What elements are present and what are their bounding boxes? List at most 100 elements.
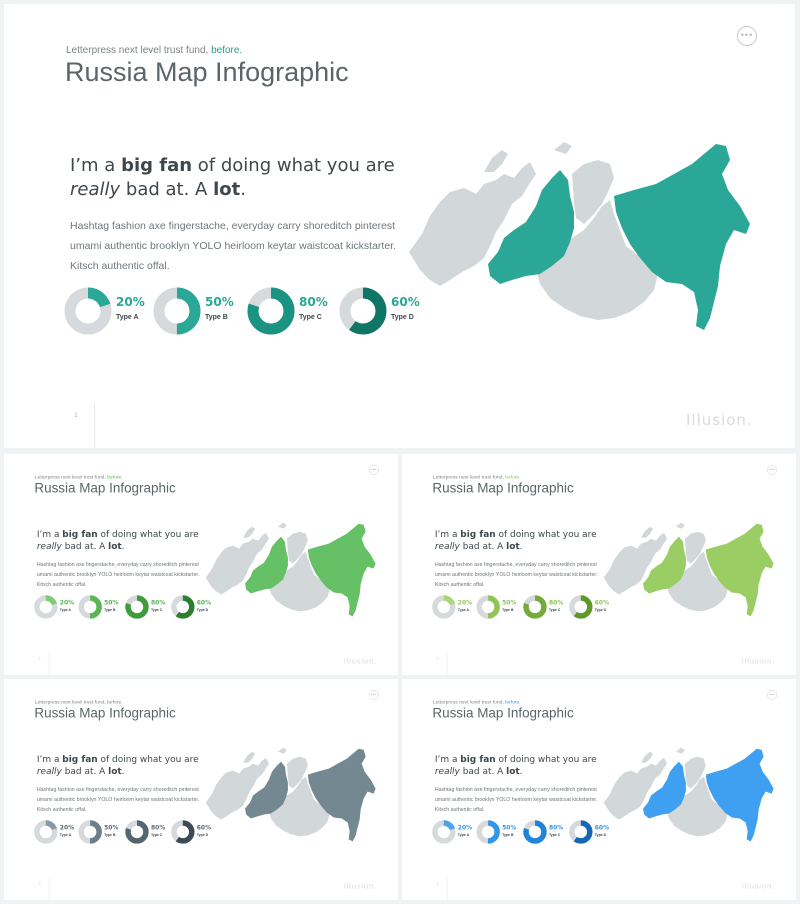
map-island-north-2 — [675, 522, 685, 529]
stat-type-label: Type A — [116, 314, 139, 321]
stat-type-label: Type C — [150, 833, 163, 837]
stat-type-d: 60% Type D — [171, 820, 221, 847]
donut-chart — [432, 820, 456, 844]
headline-bold2: lot — [108, 766, 122, 777]
headline-prefix: I’m a — [36, 754, 60, 765]
stat-type-a: 20% Type A — [432, 820, 482, 847]
stat-percent: 60% — [196, 598, 212, 606]
subtitle-text: Letterpress next level trust fund, — [34, 474, 106, 480]
slide-title: Russia Map Infographic — [432, 705, 574, 721]
stat-percent: 80% — [150, 823, 166, 831]
headline-bold2: lot — [506, 541, 520, 552]
stat-type-label: Type B — [502, 833, 514, 837]
page-number: 1 — [74, 412, 78, 419]
headline-end: . — [240, 179, 246, 200]
slide-inner: Letterpress next level trust fund, befor… — [4, 454, 398, 675]
stat-percent: 80% — [548, 823, 564, 831]
donut-chart — [78, 820, 102, 844]
stat-type-label: Type A — [59, 608, 72, 612]
stat-type-b: 50% Type B — [476, 595, 526, 622]
subtitle-accent: before. — [505, 699, 521, 705]
slide-inner: Letterpress next level trust fund, befor… — [402, 679, 796, 900]
headline-mid: of doing what you are — [100, 754, 199, 765]
stat-percent: 60% — [594, 823, 610, 831]
stat-type-label: Type C — [548, 833, 561, 837]
map-island-north-2 — [277, 747, 287, 754]
map-island-north — [484, 150, 508, 172]
headline-prefix: I’m a — [36, 529, 60, 540]
headline: I’m a big fan of doing what you are real… — [435, 754, 599, 778]
slide-thumbnail-slate[interactable]: Letterpress next level trust fund, befor… — [4, 679, 398, 900]
map-island-north — [243, 751, 256, 763]
headline-mid2: bad at. A — [64, 766, 106, 777]
headline-bold2: lot — [506, 766, 520, 777]
page-number: 1 — [436, 882, 439, 886]
slide-thumbnail-lime[interactable]: Letterpress next level trust fund, befor… — [402, 454, 796, 675]
stat-type-label: Type C — [150, 608, 163, 612]
headline-italic: really — [36, 766, 62, 777]
donut-chart — [34, 595, 58, 619]
slide-thumbnail-green[interactable]: Letterpress next level trust fund, befor… — [4, 454, 398, 675]
stat-type-label: Type B — [104, 608, 116, 612]
more-options-icon[interactable]: ••• — [737, 26, 757, 46]
stat-type-c: 80% Type C — [125, 820, 175, 847]
stat-type-label: Type B — [502, 608, 514, 612]
page-number: 1 — [38, 657, 41, 661]
stat-type-label: Type C — [548, 608, 561, 612]
slide-inner: Letterpress next level trust fund, befor… — [4, 4, 795, 448]
map-island-north — [243, 526, 256, 538]
footer-divider — [94, 404, 95, 448]
donut-chart — [523, 820, 547, 844]
headline-bold2: lot — [213, 179, 241, 200]
stat-type-c: 80% Type C — [523, 595, 573, 622]
brand-logo: Illusion. — [343, 881, 377, 891]
stat-type-label: Type C — [299, 314, 322, 321]
stat-type-d: 60% Type D — [569, 820, 619, 847]
stat-percent: 50% — [104, 823, 119, 831]
slide-inner: Letterpress next level trust fund, befor… — [402, 454, 796, 675]
slide-subtitle: Letterpress next level trust fund, befor… — [35, 699, 123, 704]
more-options-icon[interactable]: ••• — [767, 464, 778, 475]
stat-percent: 80% — [299, 295, 328, 309]
subtitle-accent: before. — [211, 45, 243, 56]
headline-mid: of doing what you are — [498, 754, 597, 765]
slide-subtitle: Letterpress next level trust fund, befor… — [433, 474, 521, 479]
stat-type-a: 20% Type A — [64, 287, 164, 342]
headline-bold: big fan — [121, 155, 193, 176]
stat-type-label: Type D — [594, 608, 607, 612]
stat-type-c: 80% Type C — [125, 595, 175, 622]
slide-title: Russia Map Infographic — [34, 480, 176, 496]
donut-chart — [569, 595, 593, 619]
headline-end: . — [519, 766, 523, 777]
stat-percent: 60% — [391, 295, 420, 309]
stat-type-c: 80% Type C — [247, 287, 347, 342]
russia-map — [205, 747, 376, 842]
subtitle-text: Letterpress next level trust fund, — [432, 699, 504, 705]
subtitle-text: Letterpress next level trust fund, — [66, 45, 209, 56]
russia-map — [409, 142, 750, 330]
headline-prefix: I’m a — [70, 155, 116, 176]
headline-italic: really — [434, 541, 460, 552]
stat-type-label: Type B — [104, 833, 116, 837]
stat-type-label: Type D — [196, 608, 209, 612]
headline-bold: big fan — [62, 529, 98, 540]
stat-percent: 50% — [502, 823, 517, 831]
headline-italic: really — [70, 179, 121, 200]
more-options-icon[interactable]: ••• — [369, 464, 380, 475]
more-options-icon[interactable]: ••• — [369, 689, 380, 700]
donut-chart — [247, 287, 295, 335]
stat-type-b: 50% Type B — [153, 287, 253, 342]
slide-preview-large[interactable]: Letterpress next level trust fund, befor… — [4, 4, 795, 448]
headline-mid2: bad at. A — [462, 541, 504, 552]
subtitle-text: Letterpress next level trust fund, — [34, 699, 106, 705]
brand-logo: Illusion. — [741, 656, 775, 666]
brand-logo: Illusion. — [343, 656, 377, 666]
slide-thumbnail-blue[interactable]: Letterpress next level trust fund, befor… — [402, 679, 796, 900]
stat-type-a: 20% Type A — [432, 595, 482, 622]
slide-subtitle: Letterpress next level trust fund, befor… — [433, 699, 521, 704]
body-paragraph: Hashtag fashion axe fingerstache, everyd… — [70, 220, 397, 272]
headline-prefix: I’m a — [434, 529, 458, 540]
more-options-icon[interactable]: ••• — [767, 689, 778, 700]
stat-percent: 20% — [59, 823, 75, 831]
headline-mid: of doing what you are — [498, 529, 597, 540]
